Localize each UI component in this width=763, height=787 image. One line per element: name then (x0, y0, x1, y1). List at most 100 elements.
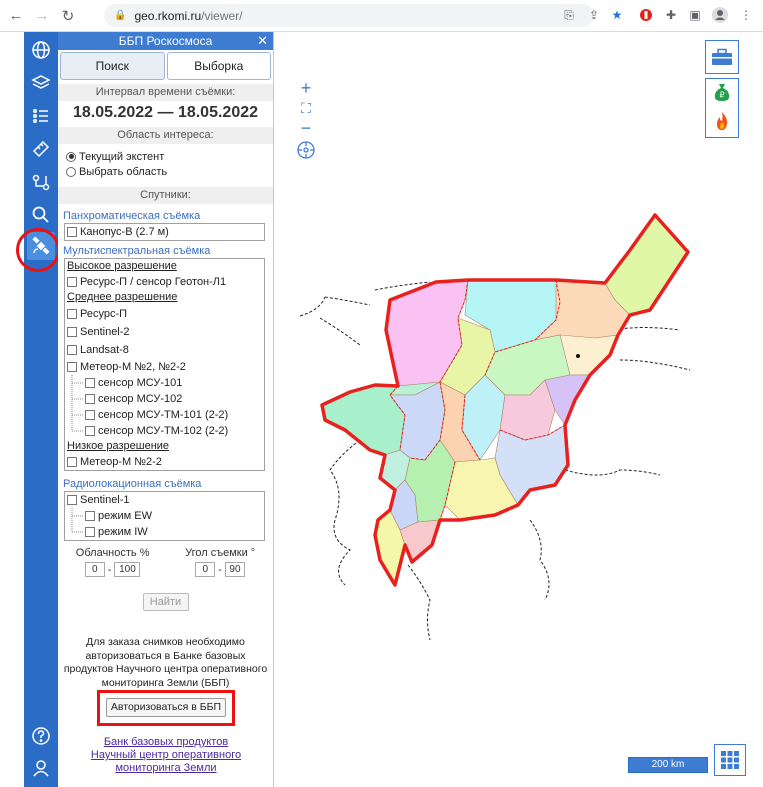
checkbox[interactable] (67, 277, 77, 287)
radio-dot[interactable] (66, 166, 76, 177)
cloud-range: 0- 100 (76, 562, 150, 577)
link-base-products[interactable]: Банк базовых продуктов (58, 736, 274, 749)
list-item[interactable]: Канопус-В (2.7 м) (65, 224, 264, 240)
layers-icon[interactable] (27, 69, 55, 97)
translate-icon[interactable]: ⎘ (560, 6, 578, 24)
multi-list: Высокое разрешение Ресурс-П / сенсор Гео… (64, 258, 265, 471)
checkbox[interactable] (85, 394, 95, 404)
list-item[interactable]: режим EW (83, 508, 264, 524)
bookmark-star-icon[interactable]: ★ (608, 6, 626, 24)
cloud-label: Облачность % (75, 547, 150, 559)
ruler-icon[interactable] (27, 135, 55, 163)
tab-selection[interactable]: Выборка (166, 52, 271, 80)
list-item[interactable]: сенсор МСУ-ТМ-102 (2-2) (83, 423, 264, 439)
list-item[interactable]: Sentinel-1 (65, 492, 264, 508)
link-monitoring-center[interactable]: Научный центр оперативного мониторинга З… (58, 749, 274, 775)
profile-icon[interactable] (711, 6, 729, 24)
list-item[interactable]: Метеор-М №2-2 (65, 454, 264, 470)
item-label: Канопус-В (2.7 м) (80, 226, 169, 238)
list-item[interactable]: Landsat-8 (65, 341, 264, 359)
list-icon[interactable] (27, 102, 55, 130)
fire-icon[interactable] (714, 111, 730, 134)
reload-icon[interactable]: ↻ (58, 6, 78, 26)
zoom-in-icon[interactable]: + (297, 78, 315, 98)
search-icon[interactable] (27, 201, 55, 229)
item-label: сенсор МСУ-101 (98, 377, 183, 389)
radio-select-area[interactable]: Выбрать область (58, 164, 273, 179)
region-map[interactable] (275, 32, 763, 787)
cloud-param: Облачность % 0- 100 (75, 547, 150, 577)
globe-icon[interactable] (27, 36, 55, 64)
radio-label: Выбрать область (79, 165, 168, 178)
route-icon[interactable] (27, 168, 55, 196)
address-bar[interactable]: 🔒 geo.rkomi.ru/viewer/ (104, 4, 594, 27)
checkbox[interactable] (85, 410, 95, 420)
checkbox[interactable] (85, 527, 95, 537)
date-range[interactable]: 18.05.2022 — 18.05.2022 (58, 101, 273, 125)
auth-note: Для заказа снимков необходимо авторизова… (63, 636, 268, 689)
angle-param: Угол съемки ° 0- 90 (185, 547, 255, 577)
list-item[interactable]: Ресурс-П / сенсор Геотон-Л1 (65, 274, 264, 290)
angle-range: 0- 90 (185, 562, 255, 577)
checkbox[interactable] (67, 309, 77, 319)
angle-max-input[interactable]: 90 (224, 562, 245, 577)
money-bag-icon[interactable]: ₽ (713, 82, 731, 105)
radio-dot[interactable] (66, 151, 76, 162)
cloud-max-input[interactable]: 100 (114, 562, 141, 577)
panel-title: ББП Роскосмоса (118, 34, 213, 48)
basemap-grid-icon[interactable] (714, 744, 746, 776)
satellites-label: Спутники: (58, 187, 273, 204)
radar-list: Sentinel-1 режим EW режим IW (64, 491, 265, 541)
help-icon[interactable] (27, 722, 55, 750)
forward-icon[interactable]: → (32, 6, 52, 26)
checkbox[interactable] (67, 227, 77, 237)
low-res-label: Низкое разрешение (67, 440, 170, 452)
auth-button[interactable]: Авторизоваться в ББП (106, 698, 226, 717)
radio-current-extent[interactable]: Текущий экстент (58, 149, 273, 164)
checkbox[interactable] (67, 495, 77, 505)
sidepanel-icon[interactable]: ▣ (686, 6, 704, 24)
zoom-out-icon[interactable]: − (297, 118, 315, 138)
list-item[interactable]: Sentinel-2 (65, 323, 264, 341)
checkbox[interactable] (67, 345, 77, 355)
url-host: geo.rkomi.ru (134, 8, 202, 23)
city-dot (576, 354, 580, 358)
cloud-min-input[interactable]: 0 (84, 562, 105, 577)
checkbox[interactable] (67, 327, 77, 337)
find-button[interactable]: Найти (142, 593, 189, 611)
item-label: Метеор-М №2-2 (80, 456, 162, 468)
list-item[interactable]: сенсор МСУ-101 (83, 375, 264, 391)
close-icon[interactable]: ✕ (257, 32, 268, 50)
map-zoom-controls: + ⛶ − (297, 78, 315, 138)
high-res-label: Высокое разрешение (67, 260, 177, 272)
layer-tools: ₽ (705, 78, 739, 138)
list-item[interactable]: сенсор МСУ-102 (83, 391, 264, 407)
puzzle-icon[interactable]: ✚ (662, 6, 680, 24)
list-item[interactable]: Метеор-М №2, №2-2 (65, 359, 264, 375)
tab-search[interactable]: Поиск (60, 52, 165, 80)
angle-min-input[interactable]: 0 (195, 562, 216, 577)
list-item[interactable]: Ресурс-П (65, 305, 264, 323)
toolbox-icon[interactable] (705, 40, 739, 74)
fullscreen-icon[interactable]: ⛶ (297, 98, 315, 118)
checkbox[interactable] (85, 426, 95, 436)
checkbox[interactable] (85, 511, 95, 521)
list-item[interactable]: сенсор МСУ-ТМ-101 (2-2) (83, 407, 264, 423)
checkbox[interactable] (67, 457, 77, 467)
panel-tabs: Поиск Выборка (58, 50, 273, 82)
item-label: Ресурс-П / сенсор Геотон-Л1 (80, 276, 227, 288)
satellite-search-panel: ББП Роскосмоса ✕ Поиск Выборка Интервал … (58, 32, 274, 787)
list-item[interactable]: режим IW (83, 524, 264, 540)
checkbox[interactable] (85, 378, 95, 388)
item-label: Ресурс-П (80, 308, 128, 320)
share-icon[interactable]: ⇪ (585, 6, 603, 24)
item-label: Метеор-М №2, №2-2 (80, 361, 186, 373)
extension-icon[interactable] (637, 6, 655, 24)
locate-icon[interactable] (296, 140, 316, 163)
user-icon[interactable] (27, 754, 55, 782)
back-icon[interactable]: ← (6, 6, 26, 26)
checkbox[interactable] (67, 362, 77, 372)
pan-list: Канопус-В (2.7 м) (64, 223, 265, 241)
menu-icon[interactable]: ⋮ (737, 6, 755, 24)
footer-links: Банк базовых продуктов Научный центр опе… (58, 736, 274, 775)
